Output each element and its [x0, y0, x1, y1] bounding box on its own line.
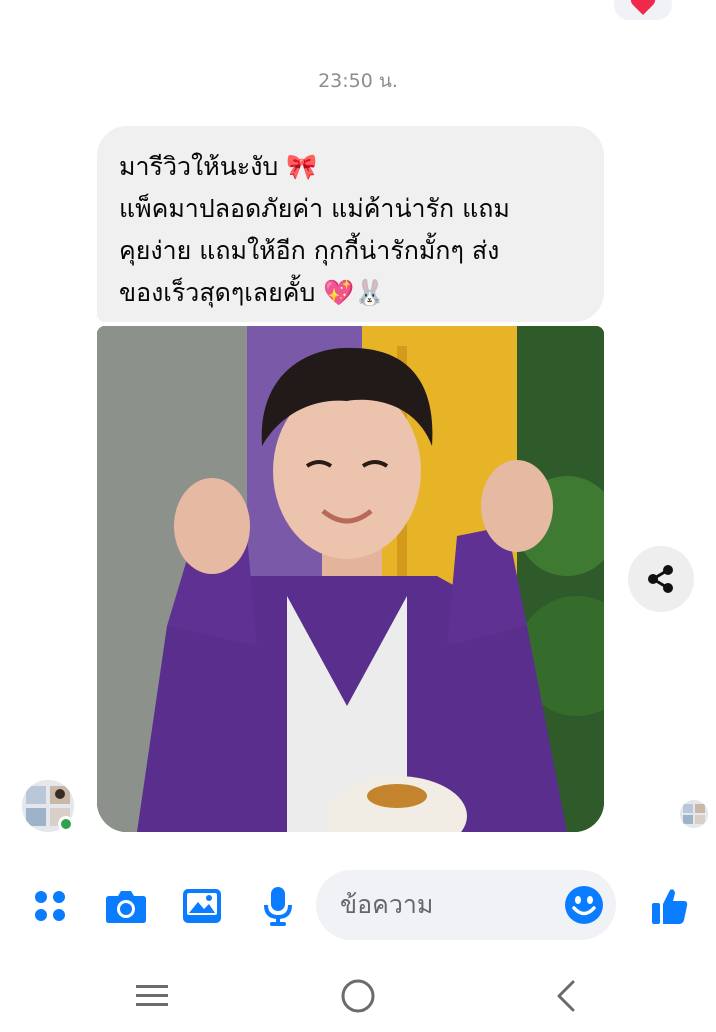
share-button[interactable] — [628, 546, 694, 612]
message-text: มารีวิวให้นะงับ 🎀 แพ็คมาปลอดภัยค่า แม่ค้… — [119, 152, 510, 307]
share-icon — [648, 565, 673, 593]
system-navigation-bar — [0, 960, 716, 1032]
gallery-button[interactable] — [180, 884, 224, 928]
microphone-icon — [264, 887, 292, 926]
message-input[interactable]: ข้อความ — [316, 870, 616, 940]
thumbs-up-icon — [652, 889, 688, 924]
photo-image — [97, 326, 604, 832]
recent-apps-icon — [136, 985, 168, 1006]
message-composer: ข้อความ — [0, 866, 716, 946]
more-apps-button[interactable] — [28, 884, 72, 928]
shared-photo[interactable] — [97, 326, 604, 832]
message-bubble[interactable]: มารีวิวให้นะงับ 🎀 แพ็คมาปลอดภัยค่า แม่ค้… — [97, 126, 604, 322]
like-button[interactable] — [648, 884, 692, 928]
message-timestamp: 23:50 น. — [318, 70, 398, 92]
emoji-icon — [565, 886, 603, 924]
camera-icon — [106, 891, 146, 923]
emoji-button[interactable] — [564, 885, 604, 925]
heart-icon — [630, 0, 656, 15]
message-input-placeholder: ข้อความ — [340, 890, 434, 919]
gallery-icon — [183, 889, 221, 923]
home-button[interactable] — [336, 974, 380, 1018]
back-icon — [557, 980, 575, 1012]
recent-apps-button[interactable] — [130, 974, 174, 1018]
home-icon — [341, 979, 375, 1013]
seen-avatar-image — [680, 800, 708, 828]
reaction-chip[interactable] — [612, 0, 674, 22]
seen-receipt-avatar — [680, 800, 708, 828]
online-status-dot — [58, 816, 74, 832]
voice-button[interactable] — [256, 884, 300, 928]
more-apps-icon — [35, 891, 65, 921]
back-button[interactable] — [544, 974, 588, 1018]
camera-button[interactable] — [104, 884, 148, 928]
